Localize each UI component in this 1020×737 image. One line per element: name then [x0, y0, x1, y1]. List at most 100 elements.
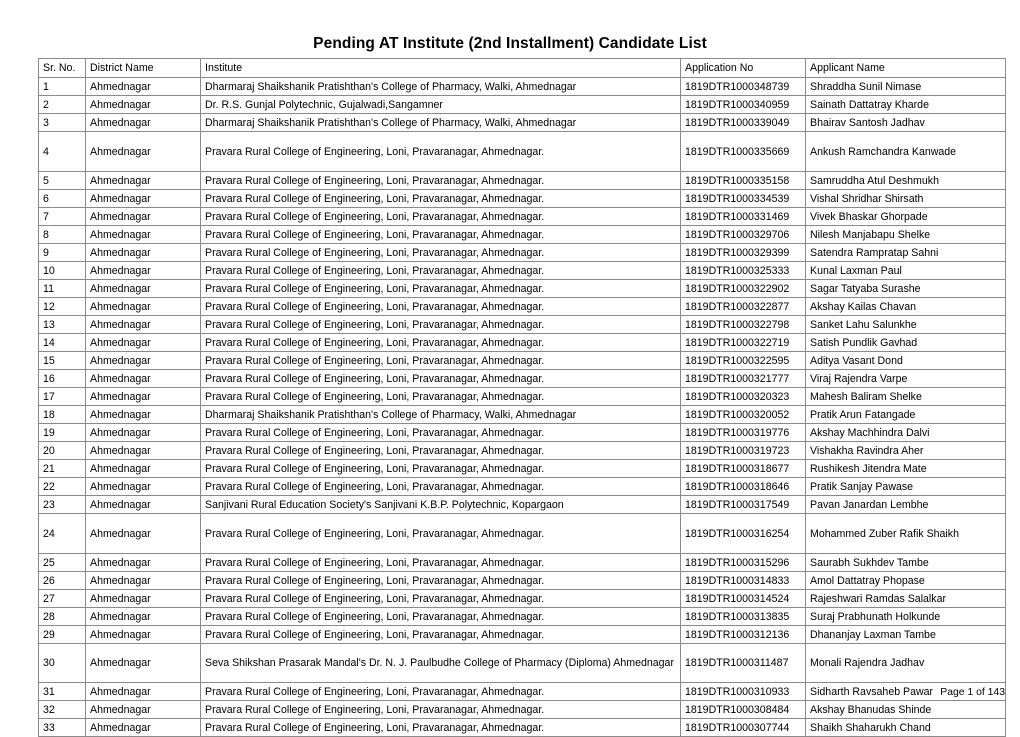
cell-institute: Pravara Rural College of Engineering, Lo…: [200, 441, 681, 460]
table-row: 14 Ahmednagar Pravara Rural College of Eng…: [38, 333, 1006, 352]
cell-applicant-name: Ankush Ramchandra Kanwade: [805, 131, 1006, 172]
cell-application-no: 1819DTR1000320052: [680, 405, 806, 424]
cell-sr-no: 24: [38, 513, 86, 554]
cell-applicant-name: Vivek Bhaskar Ghorpade: [805, 207, 1006, 226]
cell-sr-no: 12: [38, 297, 86, 316]
cell-sr-no: 21: [38, 459, 86, 478]
cell-applicant-name: Aditya Vasant Dond: [805, 351, 1006, 370]
cell-district-name: Ahmednagar: [85, 607, 201, 626]
cell-application-no: 1819DTR1000322902: [680, 279, 806, 298]
table-row: 4 Ahmednagar Pravara Rural College of Engi…: [38, 131, 1006, 172]
cell-district-name: Ahmednagar: [85, 700, 201, 719]
cell-sr-no: 31: [38, 682, 86, 701]
cell-applicant-name: Vishal Shridhar Shirsath: [805, 189, 1006, 208]
cell-sr-no: 10: [38, 261, 86, 280]
cell-district-name: Ahmednagar: [85, 261, 201, 280]
page-footer: Page 1 of 143: [940, 687, 1005, 698]
cell-applicant-name: Shraddha Sunil Nimase: [805, 77, 1006, 96]
cell-institute: Pravara Rural College of Engineering, Lo…: [200, 387, 681, 406]
cell-application-no: 1819DTR1000329706: [680, 225, 806, 244]
cell-applicant-name: Pavan Janardan Lembhe: [805, 495, 1006, 514]
table-row: 7 Ahmednagar Pravara Rural College of Engi…: [38, 207, 1006, 226]
cell-district-name: Ahmednagar: [85, 553, 201, 572]
table-row: 13 Ahmednagar Pravara Rural College of Eng…: [38, 315, 1006, 334]
cell-sr-no: 1: [38, 77, 86, 96]
cell-application-no: 1819DTR1000307744: [680, 718, 806, 737]
cell-institute: Sanjivani Rural Education Society's Sanj…: [200, 495, 681, 514]
cell-sr-no: 3: [38, 113, 86, 132]
table-row: 9 Ahmednagar Pravara Rural College of Engi…: [38, 243, 1006, 262]
cell-application-no: 1819DTR1000321777: [680, 369, 806, 388]
cell-applicant-name: Shaikh Shaharukh Chand: [805, 718, 1006, 737]
table-row: 27 Ahmednagar Pravara Rural College of Eng…: [38, 589, 1006, 608]
cell-application-no: 1819DTR1000340959: [680, 95, 806, 114]
cell-sr-no: 23: [38, 495, 86, 514]
cell-applicant-name: Samruddha Atul Deshmukh: [805, 171, 1006, 190]
cell-sr-no: 32: [38, 700, 86, 719]
cell-district-name: Ahmednagar: [85, 351, 201, 370]
column-header-sr-no: Sr. No.: [38, 58, 86, 78]
cell-sr-no: 29: [38, 625, 86, 644]
cell-institute: Dharmaraj Shaikshanik Pratishthan's Coll…: [200, 113, 681, 132]
cell-application-no: 1819DTR1000319776: [680, 423, 806, 442]
cell-institute: Pravara Rural College of Engineering, Lo…: [200, 369, 681, 388]
cell-district-name: Ahmednagar: [85, 333, 201, 352]
cell-district-name: Ahmednagar: [85, 113, 201, 132]
table-row: 6 Ahmednagar Pravara Rural College of Engi…: [38, 189, 1006, 208]
cell-application-no: 1819DTR1000318677: [680, 459, 806, 478]
cell-sr-no: 2: [38, 95, 86, 114]
cell-district-name: Ahmednagar: [85, 225, 201, 244]
cell-district-name: Ahmednagar: [85, 243, 201, 262]
cell-applicant-name: Sanket Lahu Salunkhe: [805, 315, 1006, 334]
cell-district-name: Ahmednagar: [85, 625, 201, 644]
table-row: 19 Ahmednagar Pravara Rural College of Eng…: [38, 423, 1006, 442]
cell-application-no: 1819DTR1000348739: [680, 77, 806, 96]
cell-district-name: Ahmednagar: [85, 682, 201, 701]
cell-application-no: 1819DTR1000314524: [680, 589, 806, 608]
cell-applicant-name: Viraj Rajendra Varpe: [805, 369, 1006, 388]
cell-sr-no: 19: [38, 423, 86, 442]
cell-institute: Pravara Rural College of Engineering, Lo…: [200, 607, 681, 626]
cell-application-no: 1819DTR1000335669: [680, 131, 806, 172]
cell-district-name: Ahmednagar: [85, 441, 201, 460]
cell-sr-no: 4: [38, 131, 86, 172]
cell-institute: Seva Shikshan Prasarak Mandal's Dr. N. J…: [200, 643, 681, 683]
cell-applicant-name: Satish Pundlik Gavhad: [805, 333, 1006, 352]
cell-application-no: 1819DTR1000322798: [680, 315, 806, 334]
cell-sr-no: 16: [38, 369, 86, 388]
cell-institute: Pravara Rural College of Engineering, Lo…: [200, 459, 681, 478]
table-header-row: Sr. No. District Name Institute Applicat…: [38, 58, 1006, 78]
table-row: 25 Ahmednagar Pravara Rural College of Eng…: [38, 553, 1006, 572]
cell-application-no: 1819DTR1000311487: [680, 643, 806, 683]
cell-district-name: Ahmednagar: [85, 387, 201, 406]
cell-sr-no: 27: [38, 589, 86, 608]
cell-application-no: 1819DTR1000314833: [680, 571, 806, 590]
cell-sr-no: 15: [38, 351, 86, 370]
cell-institute: Pravara Rural College of Engineering, Lo…: [200, 189, 681, 208]
cell-district-name: Ahmednagar: [85, 643, 201, 683]
cell-application-no: 1819DTR1000308484: [680, 700, 806, 719]
cell-application-no: 1819DTR1000316254: [680, 513, 806, 554]
cell-applicant-name: Akshay Kailas Chavan: [805, 297, 1006, 316]
cell-institute: Pravara Rural College of Engineering, Lo…: [200, 243, 681, 262]
cell-sr-no: 7: [38, 207, 86, 226]
cell-applicant-name: Saurabh Sukhdev Tambe: [805, 553, 1006, 572]
cell-application-no: 1819DTR1000325333: [680, 261, 806, 280]
cell-district-name: Ahmednagar: [85, 477, 201, 496]
cell-sr-no: 20: [38, 441, 86, 460]
column-header-application-no: Application No: [680, 58, 806, 78]
cell-application-no: 1819DTR1000317549: [680, 495, 806, 514]
cell-sr-no: 8: [38, 225, 86, 244]
cell-application-no: 1819DTR1000322595: [680, 351, 806, 370]
document-page: Pending AT Institute (2nd Installment) C…: [0, 0, 1020, 737]
cell-district-name: Ahmednagar: [85, 171, 201, 190]
candidate-list-table: Sr. No. District Name Institute Applicat…: [38, 58, 1006, 737]
cell-application-no: 1819DTR1000335158: [680, 171, 806, 190]
cell-application-no: 1819DTR1000315296: [680, 553, 806, 572]
column-header-district-name: District Name: [85, 58, 201, 78]
cell-institute: Pravara Rural College of Engineering, Lo…: [200, 333, 681, 352]
column-header-institute: Institute: [200, 58, 681, 78]
table-row: 2 Ahmednagar Dr. R.S. Gunjal Polytechnic, …: [38, 95, 1006, 114]
cell-applicant-name: Bhairav Santosh Jadhav: [805, 113, 1006, 132]
cell-district-name: Ahmednagar: [85, 77, 201, 96]
